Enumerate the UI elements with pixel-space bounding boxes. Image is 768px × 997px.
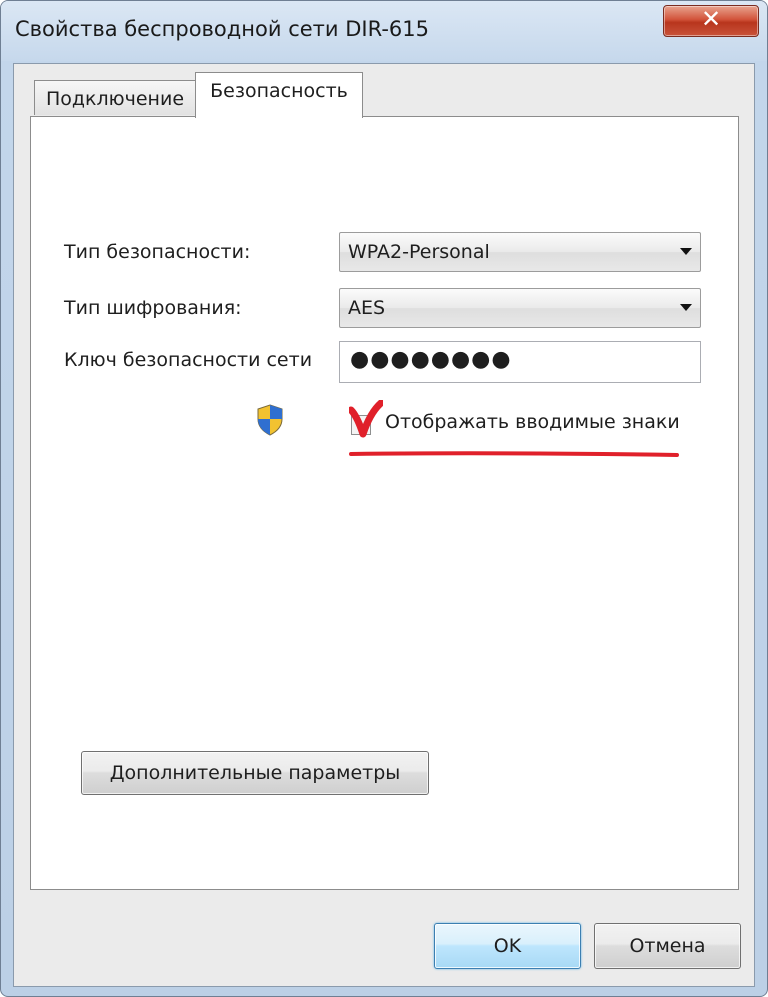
chevron-down-icon [680,304,692,311]
network-key-value: ●●●●●●●● [350,347,512,372]
close-icon: ✕ [700,5,722,33]
chevron-down-icon [680,248,692,255]
red-underline-annotation [349,451,679,457]
encryption-type-select[interactable]: AES [339,288,701,328]
security-type-label: Тип безопасности: [64,241,251,263]
security-type-select[interactable]: WPA2-Personal [339,232,701,272]
encryption-type-label: Тип шифрования: [64,297,242,319]
advanced-settings-button[interactable]: Дополнительные параметры [81,751,429,795]
uac-shield-icon [257,404,283,436]
encryption-type-value: AES [348,297,386,319]
tab-security[interactable]: Безопасность [195,72,363,118]
cancel-button[interactable]: Отмена [594,923,741,969]
window-title: Свойства беспроводной сети DIR-615 [15,17,429,41]
title-bar[interactable]: Свойства беспроводной сети DIR-615 ✕ [1,1,767,61]
network-key-label: Ключ безопасности сети [64,349,313,371]
network-key-input[interactable]: ●●●●●●●● [339,341,701,383]
close-button[interactable]: ✕ [663,5,759,37]
security-type-value: WPA2-Personal [348,241,490,263]
red-checkmark-annotation [349,400,383,438]
dialog-window: Свойства беспроводной сети DIR-615 ✕ Под… [0,0,768,997]
ok-button[interactable]: OK [434,923,581,969]
show-characters-label[interactable]: Отображать вводимые знаки [385,411,680,433]
dialog-client-area: Подключение Безопасность Тип безопасност… [13,63,755,987]
tab-connection[interactable]: Подключение [34,80,196,115]
security-tab-panel: Тип безопасности: WPA2-Personal Тип шифр… [30,116,739,890]
